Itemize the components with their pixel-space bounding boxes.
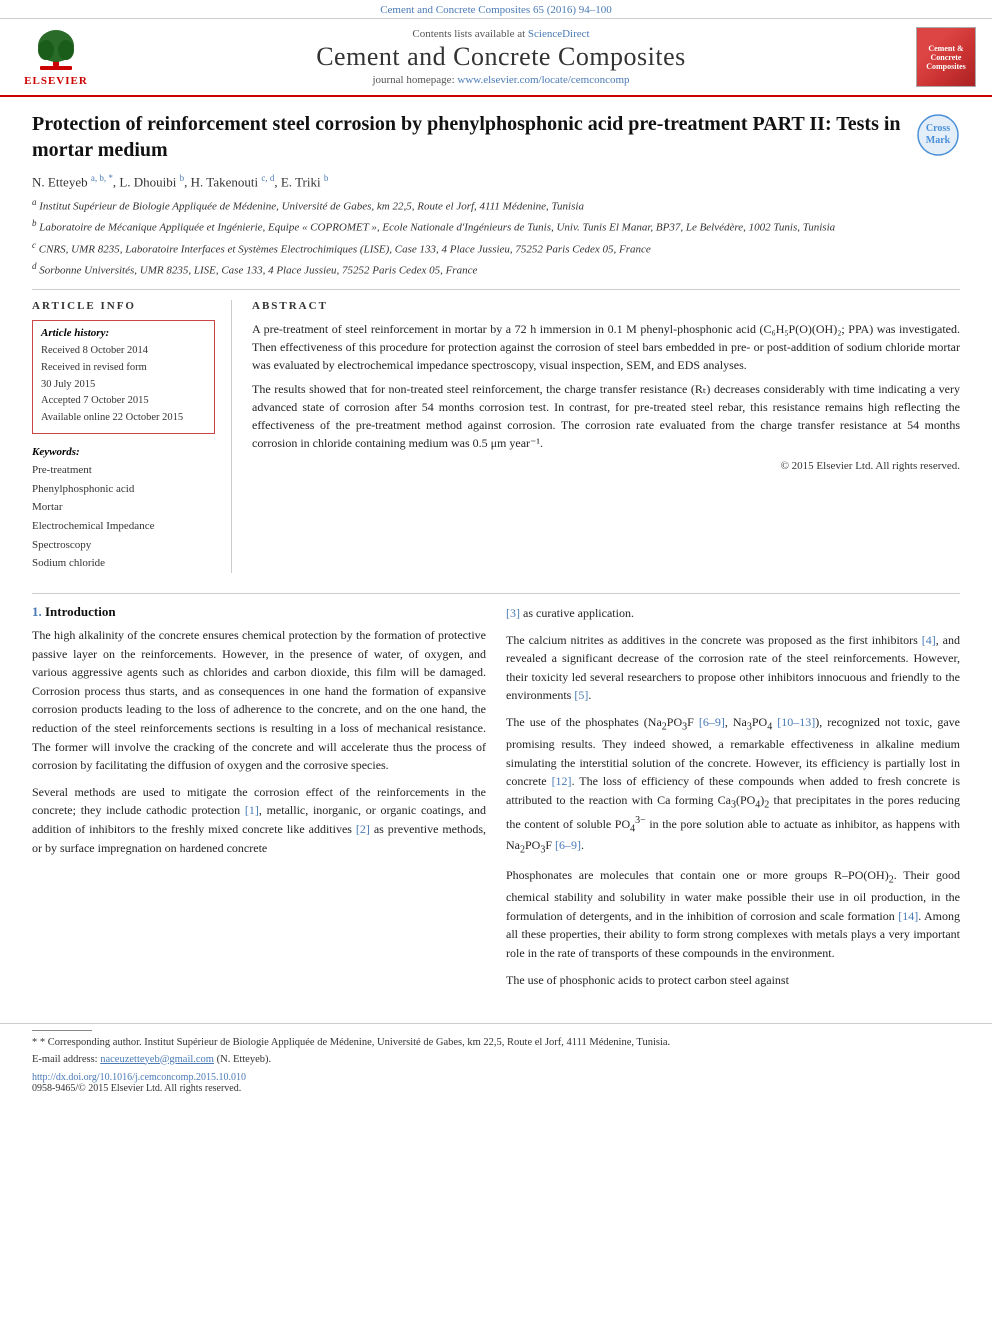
cite-3[interactable]: [3] [506, 606, 520, 620]
cite-10-13[interactable]: [10–13] [777, 715, 815, 729]
abstract-heading: ABSTRACT [252, 300, 960, 312]
article-content: Protection of reinforcement steel corros… [0, 97, 992, 593]
sciencedirect-line: Contents lists available at ScienceDirec… [96, 28, 906, 40]
elsevier-tree-icon [26, 28, 86, 73]
cite-14[interactable]: [14] [898, 909, 918, 923]
revised-date: 30 July 2015 [41, 377, 206, 394]
copyright-line: © 2015 Elsevier Ltd. All rights reserved… [252, 458, 960, 475]
affil-d: d Sorbonne Universités, UMR 8235, LISE, … [32, 260, 960, 279]
history-label: Article history: [41, 327, 206, 339]
journal-logo-icon: Cement & Concrete Composites [916, 27, 976, 87]
citation-text: Cement and Concrete Composites 65 (2016)… [380, 4, 612, 16]
body-col-right: [3] as curative application. The calcium… [506, 604, 960, 997]
keywords-label: Keywords: [32, 446, 215, 458]
cite-6-9[interactable]: [6–9] [699, 715, 725, 729]
footnote-email-link[interactable]: naceuzetteyeb@gmail.com [100, 1054, 214, 1065]
crossmark-badge-icon: Cross Mark [916, 113, 960, 157]
article-title-block: Protection of reinforcement steel corros… [32, 111, 960, 163]
homepage-link[interactable]: www.elsevier.com/locate/cemconcomp [457, 74, 629, 86]
keyword-2: Mortar [32, 498, 215, 517]
authors-line: N. Etteyeb a, b, *, L. Dhouibi b, H. Tak… [32, 173, 960, 190]
article-info-heading: ARTICLE INFO [32, 300, 215, 312]
footnote-star: * * Corresponding author. Institut Supér… [32, 1035, 960, 1051]
bottom-bar: http://dx.doi.org/10.1016/j.cemconcomp.2… [0, 1068, 992, 1098]
body-two-col: 1. Introduction The high alkalinity of t… [32, 604, 960, 997]
journal-header: ELSEVIER Contents lists available at Sci… [0, 19, 992, 97]
section-title-text: Introduction [45, 604, 116, 619]
section-num: 1. [32, 604, 42, 619]
abstract-para-2: The results showed that for non-treated … [252, 380, 960, 452]
available-date: Available online 22 October 2015 [41, 410, 206, 427]
svg-text:Cross: Cross [926, 123, 950, 134]
svg-text:Mark: Mark [926, 135, 951, 146]
footnote-area: * * Corresponding author. Institut Supér… [0, 1023, 992, 1068]
cite-4[interactable]: [4] [922, 633, 936, 647]
body-content: 1. Introduction The high alkalinity of t… [0, 594, 992, 1017]
accepted-date: Accepted 7 October 2015 [41, 393, 206, 410]
footnote-separator [32, 1030, 92, 1031]
article-info-col: ARTICLE INFO Article history: Received 8… [32, 300, 232, 573]
journal-logo-box: Cement & Concrete Composites [906, 27, 976, 87]
top-citation-bar: Cement and Concrete Composites 65 (2016)… [0, 0, 992, 19]
intro-para-2: Several methods are used to mitigate the… [32, 783, 486, 857]
journal-header-center: Contents lists available at ScienceDirec… [96, 28, 906, 86]
journal-title: Cement and Concrete Composites [96, 42, 906, 72]
intro-section-title: 1. Introduction [32, 604, 486, 620]
info-abstract-section: ARTICLE INFO Article history: Received 8… [32, 300, 960, 573]
bottom-links: http://dx.doi.org/10.1016/j.cemconcomp.2… [32, 1072, 960, 1083]
affil-a: a Institut Supérieur de Biologie Appliqu… [32, 196, 960, 215]
doi-link[interactable]: http://dx.doi.org/10.1016/j.cemconcomp.2… [32, 1072, 246, 1083]
intro-para-3: [3] as curative application. [506, 604, 960, 623]
intro-para-7: The use of phosphonic acids to protect c… [506, 971, 960, 990]
cite-1[interactable]: [1] [245, 803, 259, 817]
cite-2[interactable]: [2] [356, 822, 370, 836]
article-title-text: Protection of reinforcement steel corros… [32, 111, 916, 163]
affil-c: c CNRS, UMR 8235, Laboratoire Interfaces… [32, 239, 960, 258]
abstract-text-block: A pre-treatment of steel reinforcement i… [252, 320, 960, 475]
keyword-3: Electrochemical Impedance Spectroscopy [32, 517, 215, 554]
keywords-block: Keywords: Pre-treatment Phenylphosphonic… [32, 446, 215, 573]
affiliations-block: a Institut Supérieur de Biologie Appliqu… [32, 196, 960, 279]
article-history-block: Article history: Received 8 October 2014… [32, 320, 215, 434]
divider-1 [32, 289, 960, 290]
cite-6-9b[interactable]: [6–9] [555, 838, 581, 852]
homepage-line: journal homepage: www.elsevier.com/locat… [96, 74, 906, 86]
keyword-0: Pre-treatment [32, 461, 215, 480]
intro-para-1: The high alkalinity of the concrete ensu… [32, 626, 486, 775]
issn-text: 0958-9465/© 2015 Elsevier Ltd. All right… [32, 1083, 960, 1094]
keyword-1: Phenylphosphonic acid [32, 480, 215, 499]
cite-12[interactable]: [12] [552, 774, 572, 788]
abstract-para-1: A pre-treatment of steel reinforcement i… [252, 320, 960, 374]
sciencedirect-link[interactable]: ScienceDirect [528, 28, 590, 40]
cite-5[interactable]: [5] [574, 688, 588, 702]
intro-para-5: The use of the phosphates (Na2PO3F [6–9]… [506, 713, 960, 858]
body-col-left: 1. Introduction The high alkalinity of t… [32, 604, 486, 997]
revised-label: Received in revised form [41, 360, 206, 377]
footnote-email: E-mail address: naceuzetteyeb@gmail.com … [32, 1052, 960, 1068]
intro-para-6: Phosphonates are molecules that contain … [506, 866, 960, 962]
elsevier-logo: ELSEVIER [16, 28, 96, 87]
intro-para-4: The calcium nitrites as additives in the… [506, 631, 960, 705]
affil-b: b Laboratoire de Mécanique Appliquée et … [32, 217, 960, 236]
received-date: Received 8 October 2014 [41, 343, 206, 360]
abstract-col: ABSTRACT A pre-treatment of steel reinfo… [252, 300, 960, 573]
elsevier-wordmark: ELSEVIER [24, 75, 88, 87]
keyword-4: Sodium chloride [32, 554, 215, 573]
